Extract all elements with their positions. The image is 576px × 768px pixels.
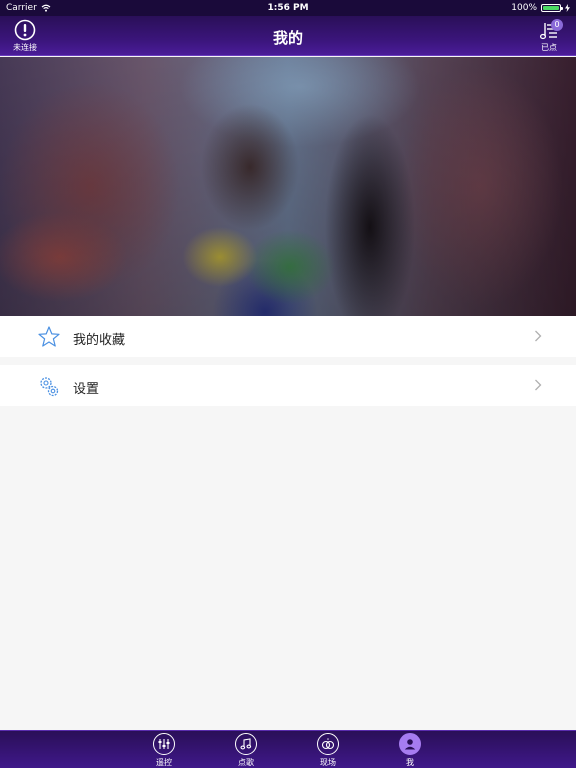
profile-banner-image — [0, 57, 576, 316]
sliders-icon — [153, 733, 175, 755]
selected-songs-button[interactable]: 0 已点 — [534, 19, 564, 53]
user-icon — [399, 733, 421, 755]
music-note-icon — [235, 733, 257, 755]
battery-fill — [543, 6, 559, 10]
status-bar: Carrier 1:56 PM 100% — [0, 0, 576, 16]
chevron-right-icon — [535, 330, 542, 342]
page-title: 我的 — [272, 29, 303, 47]
tab-live-label: 现场 — [320, 758, 336, 767]
favorites-row[interactable]: 我的收藏 — [0, 316, 576, 357]
chevron-right-icon — [535, 379, 542, 391]
battery-percent: 100% — [511, 3, 537, 13]
wifi-icon — [41, 4, 51, 12]
tab-remote-label: 遥控 — [156, 758, 172, 767]
favorites-label: 我的收藏 — [73, 333, 126, 348]
star-icon — [38, 326, 60, 347]
rings-icon — [317, 733, 339, 755]
tab-songs[interactable]: 点歌 — [226, 733, 266, 768]
tab-bar: 遥控 点歌 现场 我 — [0, 730, 576, 768]
selected-songs-icon-wrap: 0 — [538, 19, 563, 41]
settings-row[interactable]: 设置 — [0, 365, 576, 406]
selected-count-badge: 0 — [551, 19, 563, 31]
gears-icon — [40, 377, 59, 397]
tab-me-label: 我 — [406, 758, 414, 767]
nav-bar: 未连接 我的 0 已点 — [0, 16, 576, 56]
carrier-label: Carrier — [6, 3, 37, 13]
selected-songs-label: 已点 — [541, 43, 557, 52]
charging-icon — [565, 4, 570, 12]
banner-overlay — [0, 57, 576, 316]
tab-remote[interactable]: 遥控 — [144, 733, 184, 768]
settings-label: 设置 — [73, 382, 100, 397]
battery-icon — [541, 4, 563, 12]
tab-me[interactable]: 我 — [390, 733, 430, 768]
tab-live[interactable]: 现场 — [308, 733, 348, 768]
status-time: 1:56 PM — [267, 3, 309, 13]
tab-songs-label: 点歌 — [238, 758, 254, 767]
status-left: Carrier — [6, 3, 51, 13]
status-right: 100% — [511, 3, 570, 13]
